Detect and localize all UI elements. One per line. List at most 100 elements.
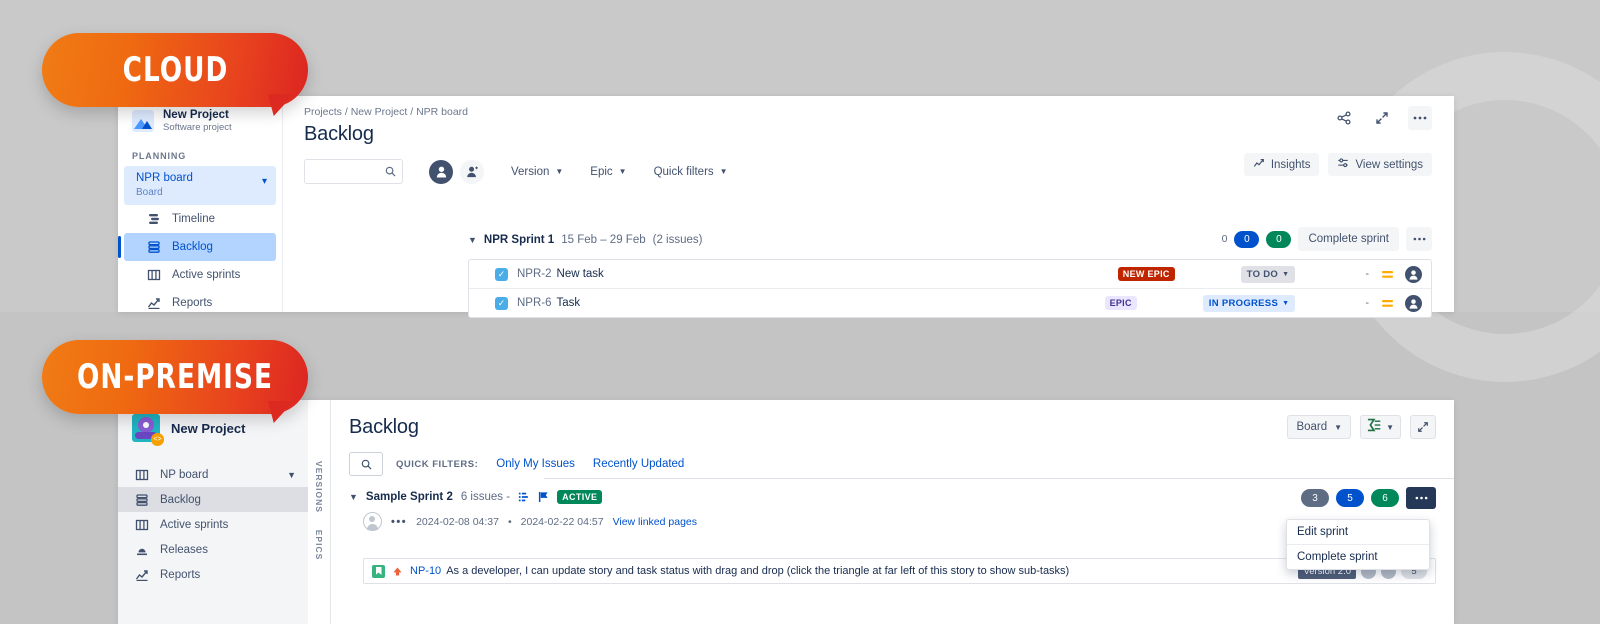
sidebar-board-selector[interactable]: NPR board Board ▾ <box>124 165 276 205</box>
priority-medium-icon[interactable] <box>1381 298 1394 309</box>
quick-filters[interactable]: Quick filters ▼ <box>654 166 728 178</box>
epic-filter-label: Epic <box>590 165 613 178</box>
menu-item-complete-sprint[interactable]: Complete sprint <box>1287 545 1429 569</box>
sidebar-board-sub: Board <box>136 186 163 198</box>
story-points[interactable]: - <box>1365 268 1369 280</box>
sprint-header-actions: 0 0 0 Complete sprint <box>1222 227 1432 251</box>
collapse-chevron-icon[interactable]: ▼ <box>468 235 477 245</box>
sidebar-item-reports[interactable]: Reports <box>118 562 308 587</box>
project-name: New Project <box>163 109 229 121</box>
sidebar-item-label: Active sprints <box>172 268 241 281</box>
issue-key[interactable]: NPR-6 <box>517 297 552 309</box>
status-badge[interactable]: TO DO ▼ <box>1240 265 1296 283</box>
sidebar-item-label: Reports <box>172 296 213 309</box>
row-actions: NEW EPIC TO DO ▼ - <box>1117 265 1422 283</box>
share-button[interactable] <box>1332 106 1356 130</box>
board-dropdown-button[interactable]: Board ▼ <box>1287 415 1352 439</box>
rail-epics-label[interactable]: EPICS <box>314 530 324 561</box>
backlog-icon <box>146 239 161 254</box>
issue-key[interactable]: NPR-2 <box>517 268 552 280</box>
menu-item-edit-sprint[interactable]: Edit sprint <box>1287 520 1429 545</box>
expand-button[interactable] <box>1410 415 1436 439</box>
issue-summary: As a developer, I can update story and t… <box>446 565 1070 577</box>
board-columns-icon <box>134 467 149 482</box>
cloud-sprint-section: ▼ NPR Sprint 1 15 Feb – 29 Feb (2 issues… <box>468 227 1432 318</box>
story-points[interactable]: - <box>1365 297 1369 309</box>
search-input[interactable] <box>349 452 383 476</box>
assignee-avatar[interactable] <box>1405 294 1422 312</box>
cloud-main: Projects / New Project / NPR board Backl… <box>282 96 1454 318</box>
search-input[interactable] <box>304 159 403 184</box>
insights-button[interactable]: Insights <box>1243 153 1320 176</box>
export-excel-button[interactable]: ▼ <box>1360 415 1401 439</box>
chevron-down-icon: ▼ <box>719 167 728 176</box>
epic-badge[interactable]: EPIC <box>1104 296 1137 310</box>
status-badge[interactable]: IN PROGRESS ▼ <box>1202 294 1296 312</box>
sprint-meta-more-button[interactable]: ••• <box>391 516 407 528</box>
onprem-filters: QUICK FILTERS: Only My Issues Recently U… <box>331 439 1454 476</box>
page-title: Backlog <box>304 123 374 145</box>
sprint-header: ▼ NPR Sprint 1 15 Feb – 29 Feb (2 issues… <box>468 227 1432 253</box>
complete-sprint-button[interactable]: Complete sprint <box>1298 227 1399 251</box>
chevron-down-icon[interactable]: ▾ <box>262 176 267 187</box>
version-filter-label: Version <box>511 165 550 178</box>
header-divider <box>544 478 1454 479</box>
priority-medium-icon[interactable] <box>1381 269 1394 280</box>
sidebar-item-backlog[interactable]: Backlog <box>118 232 276 261</box>
reports-icon <box>146 295 161 310</box>
sidebar-item-label: Reports <box>160 568 201 581</box>
assignee-avatar[interactable] <box>1405 265 1422 283</box>
sidebar-item-label: Backlog <box>160 493 201 506</box>
breadcrumb-projects[interactable]: Projects <box>304 106 342 118</box>
sprint-meta: 6 issues - <box>460 491 511 503</box>
table-row[interactable]: ✓ NPR-6 Task EPIC IN PROGRESS ▼ - <box>469 289 1431 317</box>
sprint-more-button[interactable] <box>1406 227 1432 251</box>
collapse-chevron-icon[interactable]: ▼ <box>349 492 358 502</box>
sidebar-item-reports[interactable]: Reports <box>124 289 276 317</box>
sidebar-item-active-sprints[interactable]: Active sprints <box>124 261 276 289</box>
onprem-sprint-section: ▼ Sample Sprint 2 6 issues - ACTIVE 3 5 … <box>349 487 1436 531</box>
avatar[interactable] <box>363 512 382 531</box>
sprint-name: Sample Sprint 2 <box>365 491 453 503</box>
sidebar-item-label: Timeline <box>172 212 216 225</box>
more-options-button[interactable] <box>1408 106 1432 130</box>
flag-icon[interactable] <box>538 491 549 503</box>
insights-icon <box>1253 157 1265 172</box>
sidebar-item-active-sprints[interactable]: Active sprints <box>118 512 308 537</box>
epic-badge[interactable]: NEW EPIC <box>1117 267 1175 281</box>
sprint-end-date: 2024-02-22 04:57 <box>520 515 604 528</box>
onpremise-panel: <> New Project NP board ▼ Backlog Active… <box>118 400 1454 624</box>
view-linked-pages-link[interactable]: View linked pages <box>613 516 697 528</box>
count-todo: 0 <box>1221 233 1228 245</box>
sidebar-item-backlog[interactable]: Backlog <box>118 487 308 512</box>
avatar[interactable] <box>429 159 453 184</box>
sprint-header: ▼ Sample Sprint 2 6 issues - ACTIVE 3 5 … <box>349 487 1436 509</box>
filter-recently-updated[interactable]: Recently Updated <box>593 458 684 470</box>
filter-only-my-issues[interactable]: Only My Issues <box>496 458 575 470</box>
rail-versions-label[interactable]: VERSIONS <box>314 461 324 513</box>
list-item[interactable]: NP-10 As a developer, I can update story… <box>363 558 1436 584</box>
sprint-more-button[interactable] <box>1406 487 1436 509</box>
sidebar-item-label: Active sprints <box>160 518 229 531</box>
sprint-meta-row: ••• 2024-02-08 04:37 • 2024-02-22 04:57 … <box>349 512 1436 531</box>
sidebar-section-label: PLANNING <box>132 150 187 161</box>
add-people-button[interactable] <box>460 159 484 184</box>
breadcrumb-board[interactable]: NPR board <box>416 106 468 118</box>
breadcrumb-project[interactable]: New Project <box>351 106 408 118</box>
epic-filter[interactable]: Epic ▼ <box>590 166 626 178</box>
expand-button[interactable] <box>1370 106 1394 130</box>
chevron-down-icon[interactable]: ▼ <box>287 470 296 480</box>
excel-export-icon <box>1367 418 1382 437</box>
sidebar-item-label: Releases <box>160 543 208 556</box>
timeline-icon <box>146 211 161 226</box>
issue-key[interactable]: NP-10 <box>410 565 441 577</box>
sidebar-item-timeline[interactable]: Timeline <box>124 205 276 233</box>
breadcrumb: Projects / New Project / NPR board <box>304 96 1432 118</box>
onprem-board-selector[interactable]: NP board ▼ <box>118 462 308 487</box>
table-row[interactable]: ✓ NPR-2 New task NEW EPIC TO DO ▼ - <box>469 260 1431 289</box>
version-filter[interactable]: Version ▼ <box>511 166 563 178</box>
quick-filters-label: Quick filters <box>653 165 714 178</box>
view-settings-button[interactable]: View settings <box>1328 153 1432 176</box>
sidebar-item-releases[interactable]: Releases <box>118 537 308 562</box>
sprint-context-menu: Edit sprint Complete sprint <box>1286 519 1430 570</box>
